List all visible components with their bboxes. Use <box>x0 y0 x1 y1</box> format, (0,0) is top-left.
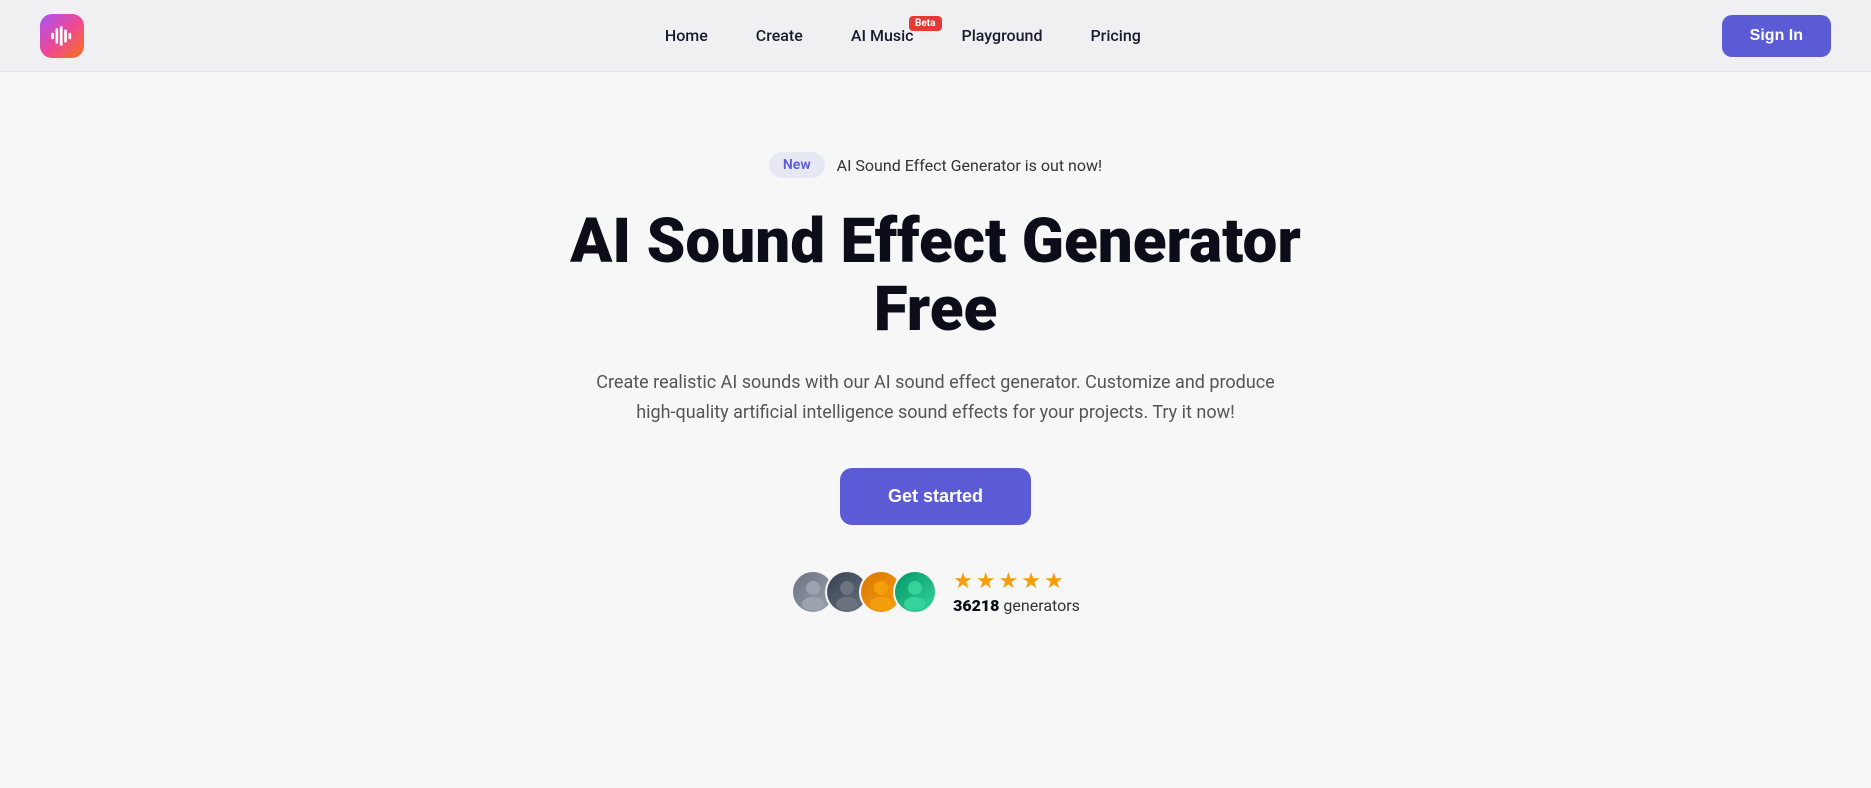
star-3: ★ <box>999 569 1019 594</box>
star-4: ★ <box>1021 569 1041 594</box>
nav-item-playground[interactable]: Playground <box>962 26 1043 45</box>
nav-link-home[interactable]: Home <box>665 26 708 45</box>
logo-waveform-icon <box>49 23 75 49</box>
generators-number: 36218 <box>953 596 999 615</box>
nav-link-create[interactable]: Create <box>756 26 803 45</box>
hero-subtitle: Create realistic AI sounds with our AI s… <box>596 368 1276 427</box>
generators-suffix: generators <box>999 596 1079 615</box>
nav-item-create[interactable]: Create <box>756 26 803 45</box>
hero-title: AI Sound Effect Generator Free <box>506 208 1366 344</box>
navbar: Home Create AI Music Beta Playground Pri… <box>0 0 1871 72</box>
nav-link-pricing[interactable]: Pricing <box>1090 26 1140 45</box>
social-text: ★ ★ ★ ★ ★ 36218 generators <box>953 569 1080 615</box>
logo[interactable] <box>40 14 84 58</box>
star-rating: ★ ★ ★ ★ ★ <box>953 569 1064 594</box>
nav-links: Home Create AI Music Beta Playground Pri… <box>665 26 1141 45</box>
announcement-text: AI Sound Effect Generator is out now! <box>837 156 1102 175</box>
sign-in-button[interactable]: Sign In <box>1722 15 1831 57</box>
star-1: ★ <box>953 569 973 594</box>
hero-section: New AI Sound Effect Generator is out now… <box>0 72 1871 675</box>
nav-link-ai-music[interactable]: AI Music <box>851 26 914 45</box>
nav-link-playground[interactable]: Playground <box>962 26 1043 45</box>
announcement-row: New AI Sound Effect Generator is out now… <box>769 152 1102 178</box>
star-5: ★ <box>1044 569 1064 594</box>
avatar <box>893 570 937 614</box>
get-started-button[interactable]: Get started <box>840 468 1031 525</box>
nav-item-pricing[interactable]: Pricing <box>1090 26 1140 45</box>
new-badge: New <box>769 152 825 178</box>
beta-badge: Beta <box>909 16 942 31</box>
generators-count-text: 36218 generators <box>953 596 1080 615</box>
nav-item-home[interactable]: Home <box>665 26 708 45</box>
star-2: ★ <box>976 569 996 594</box>
social-proof: ★ ★ ★ ★ ★ 36218 generators <box>791 569 1080 615</box>
nav-item-ai-music[interactable]: AI Music Beta <box>851 26 914 45</box>
logo-icon <box>40 14 84 58</box>
user-avatars <box>791 570 937 614</box>
